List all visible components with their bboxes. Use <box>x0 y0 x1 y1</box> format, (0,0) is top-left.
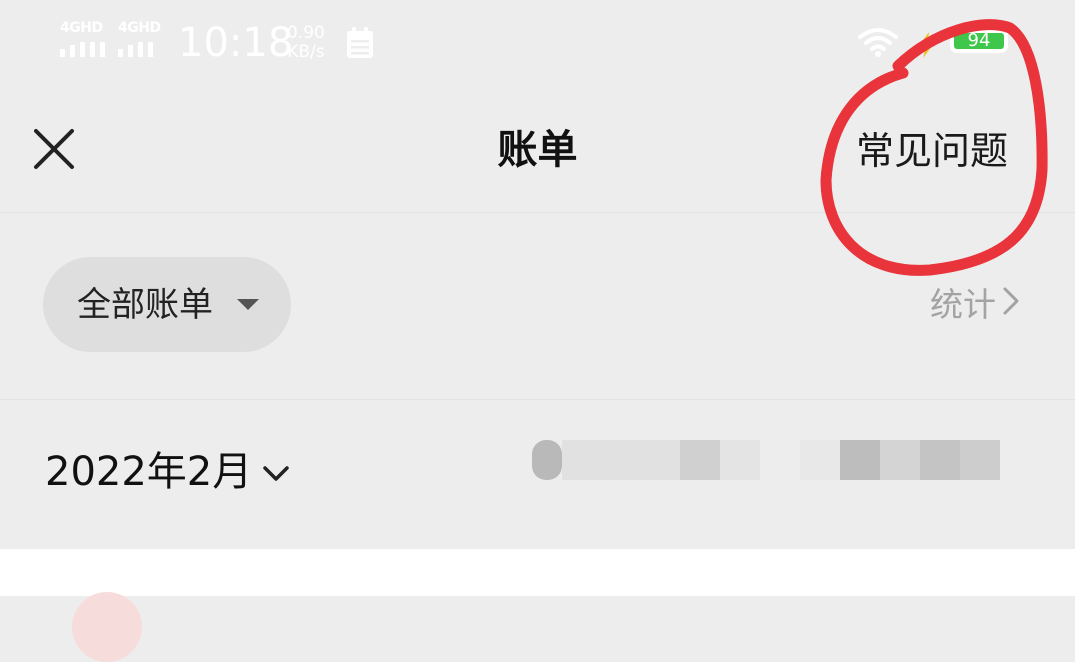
close-button[interactable] <box>24 124 84 174</box>
bill-list <box>0 549 1075 662</box>
filter-bar: 全部账单 统计 <box>0 213 1075 400</box>
network-type-label: 4GHD <box>60 20 103 36</box>
redacted-summary <box>520 440 1000 484</box>
month-selector-row: 2022年2月 <box>0 400 1075 549</box>
month-picker[interactable]: 2022年2月 <box>45 447 290 497</box>
battery-level: 94 <box>967 30 991 51</box>
close-icon <box>34 129 74 169</box>
battery-icon: 94 <box>950 29 1008 53</box>
caret-down-icon <box>237 299 259 310</box>
wifi-icon <box>858 28 898 57</box>
network-speed-value: 0.90 <box>287 23 325 43</box>
navigation-bar: 账单 常见问题 <box>0 88 1075 213</box>
month-label: 2022年2月 <box>45 449 253 495</box>
status-time: 10:18 <box>178 20 294 66</box>
network-speed-unit: KB/s <box>287 42 325 62</box>
avatar <box>72 592 142 662</box>
status-bar: 4GHD 4GHD 10:18 0.90 KB/s 94 <box>0 0 1075 88</box>
network-speed: 0.90 KB/s <box>287 24 325 62</box>
calendar-icon <box>347 27 373 58</box>
bill-filter-dropdown[interactable]: 全部账单 <box>43 257 291 352</box>
charging-icon <box>918 32 936 58</box>
statistics-link[interactable]: 统计 <box>930 283 1020 327</box>
faq-link[interactable]: 常见问题 <box>856 126 1008 176</box>
chevron-down-icon <box>263 466 289 481</box>
chevron-right-icon <box>1003 287 1019 315</box>
network-type-label: 4GHD <box>118 20 161 36</box>
statistics-label: 统计 <box>930 285 996 324</box>
bill-filter-label: 全部账单 <box>77 285 213 325</box>
